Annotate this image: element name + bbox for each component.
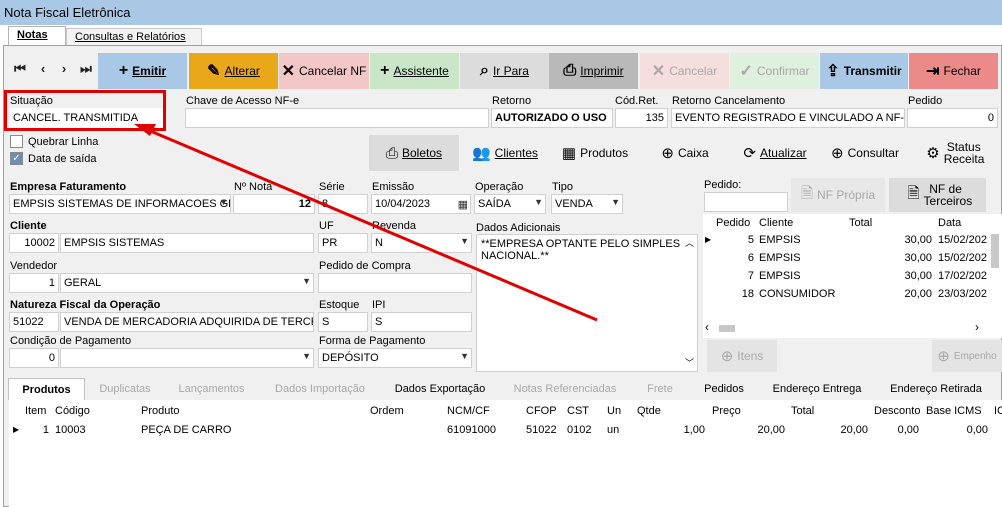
- annotation-arrow-line: [147, 128, 598, 322]
- annotation-arrow-head: [134, 124, 156, 136]
- annotation-arrow: [134, 124, 598, 322]
